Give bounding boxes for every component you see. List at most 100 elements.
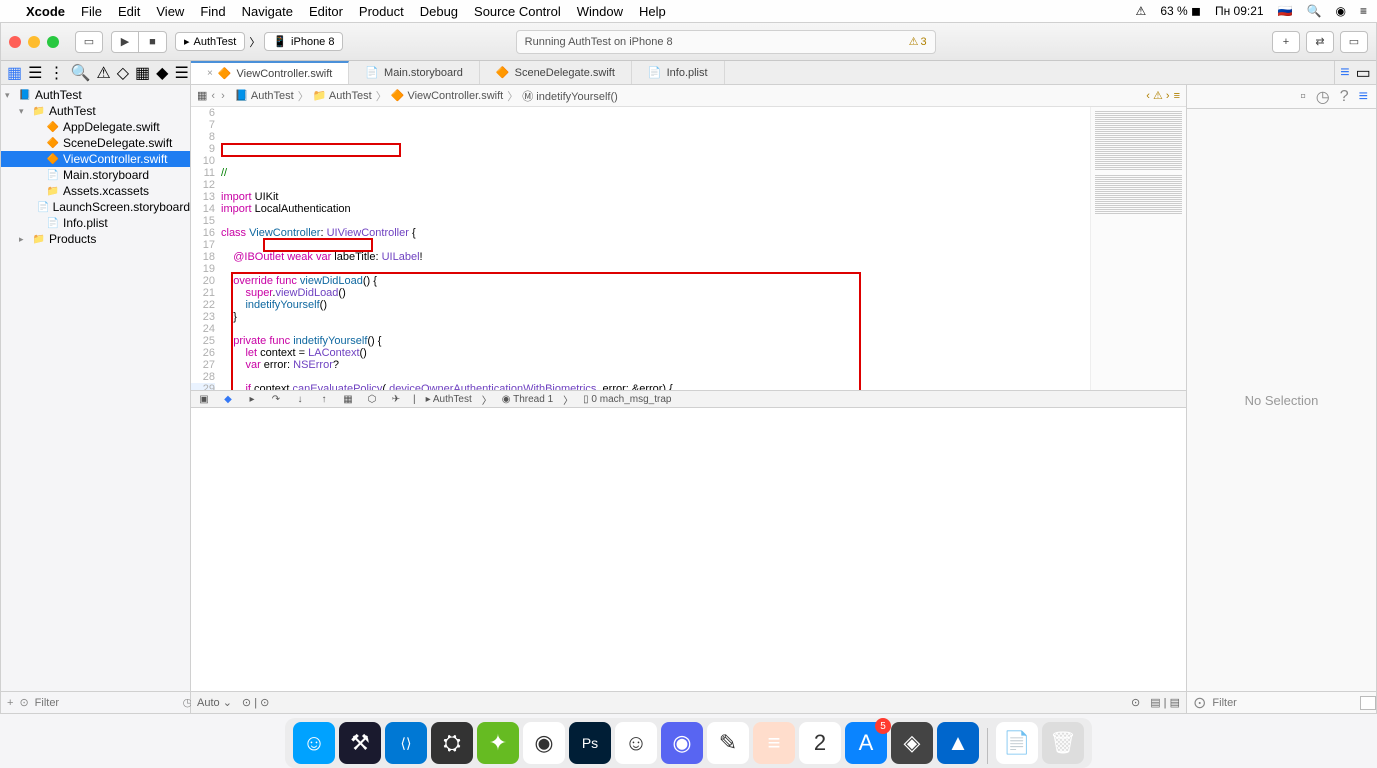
console-output-icon[interactable]: ▤ | ▤ (1150, 696, 1180, 709)
window-minimize[interactable] (28, 36, 40, 48)
flag-icon[interactable]: 🇷🇺 (1278, 4, 1293, 18)
app-menu[interactable]: Xcode (26, 4, 65, 19)
dock-app2[interactable]: ✦ (477, 722, 519, 764)
dock-app3[interactable]: ▲ (937, 722, 979, 764)
code-line[interactable]: if context.canEvaluatePolicy(.deviceOwne… (221, 383, 1080, 390)
tab-main-storyboard[interactable]: 📄Main.storyboard (349, 61, 480, 84)
code-line[interactable]: let context = LAContext() (221, 347, 1080, 359)
add-button[interactable]: + (1272, 31, 1300, 53)
menu-edit[interactable]: Edit (118, 4, 140, 19)
memory-graph-icon[interactable]: ⬡ (365, 394, 379, 405)
nav-tests-icon[interactable]: ◇ (117, 63, 129, 83)
menu-source-control[interactable]: Source Control (474, 4, 561, 19)
activity-status[interactable]: Running AuthTest on iPhone 8 ⚠ 3 (516, 30, 936, 54)
dock-trash[interactable]: 🗑 (1042, 722, 1084, 764)
editor-options-icon[interactable]: ≡ (1340, 64, 1349, 82)
dock-photoshop[interactable]: Ps (569, 722, 611, 764)
spotlight-icon[interactable]: 🔍 (1307, 4, 1322, 18)
console-scope-icon[interactable]: ⊙ | ⊙ (242, 696, 269, 709)
jump-project[interactable]: 📘 AuthTest (235, 89, 294, 102)
debug-frame[interactable]: ▯ 0 mach_msg_trap (583, 394, 671, 405)
inspector-file-icon[interactable]: ▫ (1300, 88, 1306, 106)
step-into-icon[interactable]: ↓ (293, 394, 307, 405)
inspector-filter-input[interactable] (1212, 697, 1354, 709)
environment-icon[interactable]: ✈ (389, 394, 403, 405)
debug-console[interactable] (191, 408, 1186, 691)
code-line[interactable]: super.viewDidLoad() (221, 287, 1080, 299)
jump-group[interactable]: 📁 AuthTest (313, 89, 372, 102)
dock-discord[interactable]: ◉ (661, 722, 703, 764)
nav-item-products[interactable]: ▸📁Products (1, 231, 190, 247)
code-line[interactable]: indetifyYourself() (221, 299, 1080, 311)
debug-thread[interactable]: ◉ Thread 1 (502, 394, 553, 405)
jumpbar-nav-icon[interactable]: ‹ ⚠ › (1146, 89, 1169, 102)
menu-product[interactable]: Product (359, 4, 404, 19)
debug-process[interactable]: ▸ AuthTest (426, 394, 472, 405)
code-line[interactable] (221, 239, 1080, 251)
minimap[interactable] (1090, 107, 1186, 390)
nav-item-appdelegate-swift[interactable]: 🔶AppDelegate.swift (1, 119, 190, 135)
nav-item-assets-xcassets[interactable]: 📁Assets.xcassets (1, 183, 190, 199)
nav-item-viewcontroller-swift[interactable]: 🔶ViewController.swift (1, 151, 190, 167)
code-line[interactable]: class ViewController: UIViewController { (221, 227, 1080, 239)
menu-window[interactable]: Window (577, 4, 623, 19)
code-line[interactable] (221, 323, 1080, 335)
code-line[interactable]: import UIKit (221, 191, 1080, 203)
scheme-selector[interactable]: ▸ AuthTest (175, 32, 245, 51)
jump-symbol[interactable]: Ⓜ indetifyYourself() (522, 88, 618, 104)
nav-item-authtest[interactable]: ▾📁AuthTest (1, 103, 190, 119)
nav-debug-icon[interactable]: ▦ (135, 63, 150, 83)
dock-doc[interactable]: 📄 (996, 722, 1038, 764)
nav-item-info-plist[interactable]: 📄Info.plist (1, 215, 190, 231)
clock[interactable]: Пн 09:21 (1215, 4, 1264, 18)
control-center-icon[interactable]: ◉ (1336, 4, 1346, 18)
step-out-icon[interactable]: ↑ (317, 394, 331, 405)
tab-info-plist[interactable]: 📄Info.plist (632, 61, 725, 84)
nav-issues-icon[interactable]: ⚠ (96, 63, 110, 83)
nav-item-authtest[interactable]: ▾📘AuthTest (1, 87, 190, 103)
tab-viewcontroller-swift[interactable]: ×🔶ViewController.swift (191, 61, 349, 84)
issues-badge[interactable]: ⚠ 3 (909, 35, 927, 48)
nav-item-scenedelegate-swift[interactable]: 🔶SceneDelegate.swift (1, 135, 190, 151)
menu-debug[interactable]: Debug (420, 4, 458, 19)
dock-chrome[interactable]: ◉ (523, 722, 565, 764)
dock-calendar[interactable]: 2 (799, 722, 841, 764)
code-line[interactable]: private func indetifyYourself() { (221, 335, 1080, 347)
menu-help[interactable]: Help (639, 4, 666, 19)
tab-close-icon[interactable]: × (207, 68, 213, 79)
library-button[interactable]: ⇄ (1306, 31, 1334, 53)
nav-project-icon[interactable]: ▦ (7, 63, 22, 83)
destination-selector[interactable]: 📱 iPhone 8 (264, 32, 343, 51)
continue-icon[interactable]: ▸ (245, 394, 259, 405)
inspector-attributes-icon[interactable]: ≡ (1359, 88, 1368, 106)
jump-bar[interactable]: ▦ ‹› 📘 AuthTest〉 📁 AuthTest〉 🔶 ViewContr… (191, 85, 1186, 107)
dock-finder[interactable]: ☺ (293, 722, 335, 764)
battery-status[interactable]: 63 % ◼ (1160, 4, 1201, 18)
code-line[interactable]: } (221, 311, 1080, 323)
breakpoints-toggle-icon[interactable]: ◆ (221, 394, 235, 405)
back-icon[interactable]: ‹ (211, 90, 215, 102)
console-filter-icon[interactable]: ⊙ (1131, 696, 1140, 709)
code-line[interactable]: // (221, 167, 1080, 179)
window-close[interactable] (9, 36, 21, 48)
dock-app1[interactable]: ⛭ (431, 722, 473, 764)
jump-file[interactable]: 🔶 ViewController.swift (391, 89, 504, 102)
code-line[interactable]: override func viewDidLoad() { (221, 275, 1080, 287)
code-line[interactable]: import LocalAuthentication (221, 203, 1080, 215)
view-debug-icon[interactable]: ▦ (341, 394, 355, 405)
notifications-icon[interactable]: ≡ (1360, 4, 1367, 18)
code-line[interactable] (221, 215, 1080, 227)
inspector-history-icon[interactable]: ◷ (1316, 87, 1330, 107)
source-editor[interactable]: 6789101112131415161718192021222324252627… (191, 107, 1090, 390)
inspector-help-icon[interactable]: ? (1340, 88, 1349, 106)
nav-item-main-storyboard[interactable]: 📄Main.storyboard (1, 167, 190, 183)
nav-breakpoints-icon[interactable]: ◆ (156, 63, 168, 83)
dock-xcode[interactable]: ⚒ (339, 722, 381, 764)
code-line[interactable] (221, 263, 1080, 275)
menu-editor[interactable]: Editor (309, 4, 343, 19)
code-line[interactable]: @IBOutlet weak var labeTitle: UILabel! (221, 251, 1080, 263)
dock-notes2[interactable]: ≡ (753, 722, 795, 764)
code-line[interactable] (221, 179, 1080, 191)
nav-source-icon[interactable]: ☰ (28, 63, 42, 83)
toggle-inspector-button[interactable]: ▭ (1340, 31, 1368, 53)
